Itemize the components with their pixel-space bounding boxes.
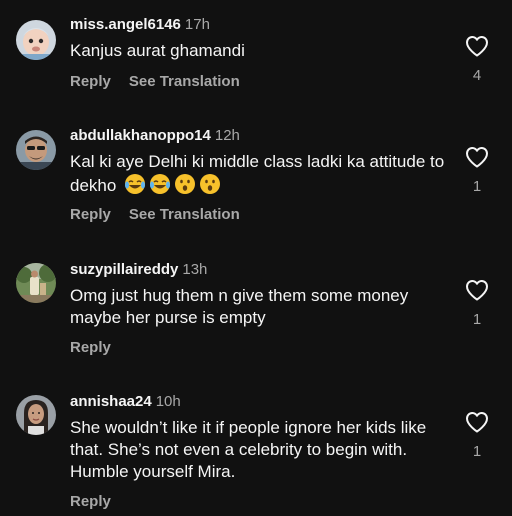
timestamp: 13h (182, 261, 208, 278)
avatar[interactable] (16, 395, 56, 435)
username[interactable]: miss.angel6146 (70, 16, 181, 33)
avatar[interactable] (16, 20, 56, 60)
comment-body: Omg just hug them n give them some money… (70, 286, 409, 327)
like-count: 1 (472, 311, 482, 328)
comment-body: She wouldn’t like it if people ignore he… (70, 418, 427, 481)
like-count: 1 (472, 443, 482, 460)
outdoor-photo-avatar (16, 263, 56, 303)
comment-text: Kanjus aurat ghamandi (70, 40, 450, 62)
hushed-face-icon (200, 174, 221, 194)
timestamp: 17h (184, 16, 210, 33)
comment-header: annishaa24 10h (70, 393, 181, 411)
reply-button[interactable]: Reply (70, 73, 111, 90)
username[interactable]: suzypillaireddy (70, 261, 178, 278)
comment-actions: Reply (70, 493, 111, 511)
comment-text: She wouldn’t like it if people ignore he… (70, 417, 450, 483)
hushed-face-icon (175, 174, 196, 194)
like-section: 1 (462, 279, 492, 329)
comment-actions: Reply See Translation (70, 73, 240, 91)
face-with-tears-of-joy-icon (125, 174, 146, 194)
man-with-sunglasses-avatar (16, 130, 56, 170)
face-with-tears-of-joy-icon (150, 174, 171, 194)
like-section: 1 (462, 411, 492, 461)
comment-header: abdullakhanoppo14 12h (70, 127, 240, 145)
comment-header: miss.angel6146 17h (70, 16, 210, 34)
heart-icon[interactable] (465, 411, 489, 433)
username[interactable]: annishaa24 (70, 393, 152, 410)
comment-header: suzypillaireddy 13h (70, 261, 207, 279)
timestamp: 12h (214, 127, 240, 144)
comment-actions: Reply See Translation (70, 206, 240, 224)
avatar[interactable] (16, 263, 56, 303)
see-translation-button[interactable]: See Translation (129, 206, 240, 223)
like-section: 1 (462, 146, 492, 196)
username[interactable]: abdullakhanoppo14 (70, 127, 211, 144)
woman-portrait-avatar (16, 395, 56, 435)
timestamp: 10h (155, 393, 181, 410)
comment-actions: Reply (70, 339, 111, 357)
see-translation-button[interactable]: See Translation (129, 73, 240, 90)
comment-body: Kanjus aurat ghamandi (70, 41, 245, 60)
like-count: 4 (472, 67, 482, 84)
comment-text: Omg just hug them n give them some money… (70, 285, 450, 329)
reply-button[interactable]: Reply (70, 206, 111, 223)
baby-photo-avatar (16, 20, 56, 60)
reply-button[interactable]: Reply (70, 339, 111, 356)
like-count: 1 (472, 178, 482, 195)
like-section: 4 (462, 35, 492, 85)
heart-icon[interactable] (465, 279, 489, 301)
comment-text: Kal ki aye Delhi ki middle class ladki k… (70, 151, 450, 197)
reply-button[interactable]: Reply (70, 493, 111, 510)
avatar[interactable] (16, 130, 56, 170)
heart-icon[interactable] (465, 146, 489, 168)
heart-icon[interactable] (465, 35, 489, 57)
